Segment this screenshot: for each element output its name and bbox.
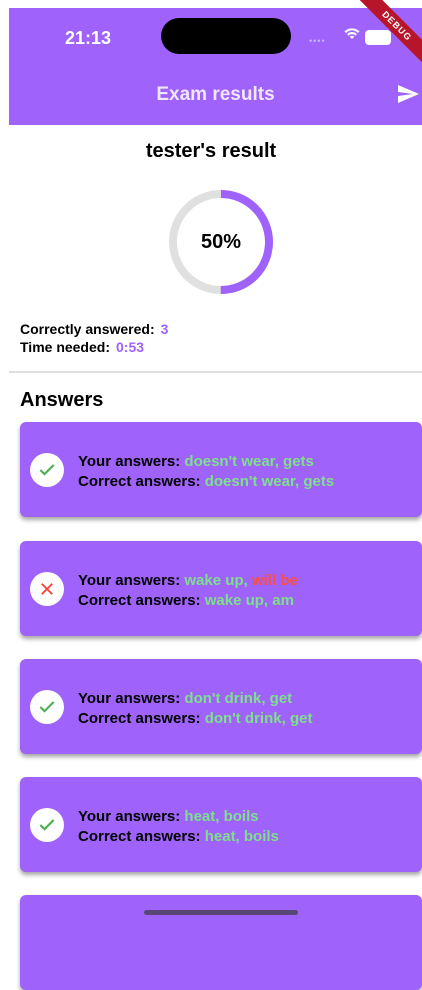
your-answers-label: Your answers: xyxy=(78,808,185,825)
correct-answers-label: Correct answers: xyxy=(78,592,205,609)
answer-lines: Your answers: doesn't wear, gets Correct … xyxy=(78,452,334,492)
correct-answers-label: Correct answers: xyxy=(78,710,205,727)
answer-card: Your answers: wake up, will be Correct an… xyxy=(20,541,422,636)
correct-answers-value: doesn't wear, gets xyxy=(204,473,335,490)
your-answers-label: Your answers: xyxy=(78,690,185,707)
answer-lines: Your answers: don't drink, get Correct an… xyxy=(78,689,312,729)
correct-answers-line: Correct answers: don't drink, get xyxy=(78,709,312,729)
correct-answers-line: Correct answers: doesn't wear, gets xyxy=(78,472,334,492)
send-icon[interactable] xyxy=(395,82,421,106)
answer-correct: gets xyxy=(283,453,314,470)
answer-wrong: will be xyxy=(251,572,298,589)
answer-correct: boils xyxy=(223,808,259,825)
correct-answers-value: wake up, am xyxy=(204,592,294,609)
correct-answers-line: Correct answers: heat, boils xyxy=(78,827,279,847)
answer-correct: get xyxy=(269,690,293,707)
answers-heading: Answers xyxy=(20,389,104,411)
your-answers-line: Your answers: heat, boils xyxy=(78,808,259,825)
stat-correct-value: 3 xyxy=(160,321,169,337)
progress-percent: 50% xyxy=(200,230,242,253)
result-stats: Correctly answered: 3 Time needed: 0:53 xyxy=(20,320,168,356)
correct-answers-value: heat, boils xyxy=(204,828,279,845)
stat-time-value: 0:53 xyxy=(116,339,145,355)
home-indicator[interactable] xyxy=(144,910,298,915)
divider xyxy=(9,371,422,373)
your-answers-label: Your answers: xyxy=(78,453,185,470)
result-title: tester's result xyxy=(145,140,277,162)
signal-icon: •••• xyxy=(309,36,326,46)
answer-correct: wake up xyxy=(184,572,244,589)
battery-icon xyxy=(365,30,391,45)
correct-answers-label: Correct answers: xyxy=(78,473,205,490)
check-icon xyxy=(30,808,64,842)
correct-answers-line: Correct answers: wake up, am xyxy=(78,591,298,611)
page-title: Exam results xyxy=(156,84,275,105)
answer-lines: Your answers: wake up, will be Correct an… xyxy=(78,571,298,611)
stat-time: Time needed: 0:53 xyxy=(20,338,168,356)
status-time: 21:13 xyxy=(65,28,112,48)
check-icon xyxy=(30,690,64,724)
answer-correct: heat xyxy=(184,808,216,825)
wifi-icon xyxy=(344,28,360,39)
stat-correct-label: Correctly answered: xyxy=(20,321,155,337)
your-answers-line: Your answers: doesn't wear, gets xyxy=(78,453,314,470)
app-header: 21:13 •••• DEBUG Exam results xyxy=(9,0,422,125)
stat-time-label: Time needed: xyxy=(20,339,110,355)
dynamic-island xyxy=(161,18,291,54)
answer-card: Your answers: doesn't wear, gets Correct … xyxy=(20,422,422,517)
answer-correct: doesn't wear xyxy=(184,453,275,470)
close-icon xyxy=(30,572,64,606)
answer-lines: Your answers: heat, boils Correct answers… xyxy=(78,807,279,847)
your-answers-line: Your answers: wake up, will be xyxy=(78,572,298,589)
correct-answers-value: don't drink, get xyxy=(204,710,313,727)
answer-correct: don't drink xyxy=(184,690,262,707)
your-answers-line: Your answers: don't drink, get xyxy=(78,690,293,707)
answer-card: Your answers: heat, boils Correct answers… xyxy=(20,777,422,872)
correct-answers-label: Correct answers: xyxy=(78,828,205,845)
answer-card: Your answers: don't drink, get Correct an… xyxy=(20,659,422,754)
stat-correct: Correctly answered: 3 xyxy=(20,320,168,338)
your-answers-label: Your answers: xyxy=(78,572,185,589)
check-icon xyxy=(30,453,64,487)
